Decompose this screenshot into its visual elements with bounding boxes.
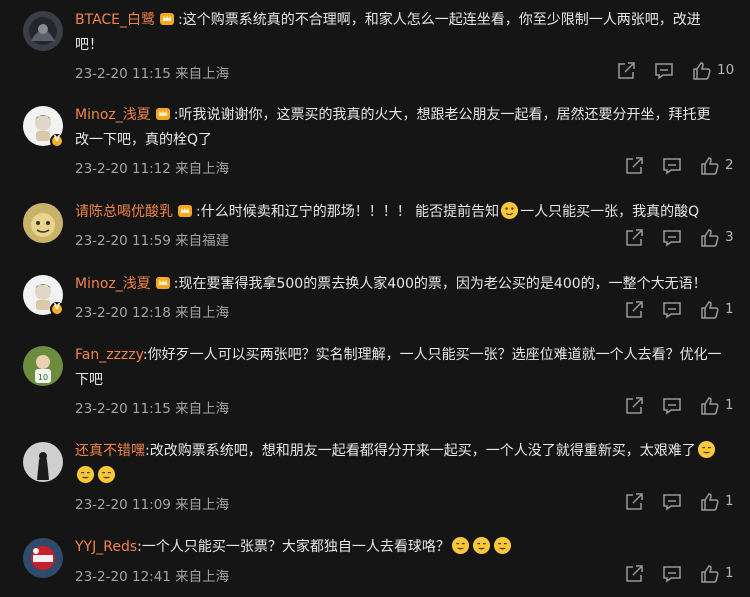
comment-body: Minoz_浅夏 :现在要害得我拿500的票去换人家400的票，因为老公买的是40… <box>75 272 735 297</box>
like-count: 1 <box>725 397 734 413</box>
timestamp-location: 23-2-20 12:41 来自上海 <box>75 569 230 585</box>
like-count: 10 <box>717 62 735 78</box>
share-icon[interactable] <box>614 59 638 83</box>
emoji-icon <box>451 536 470 555</box>
avatar[interactable] <box>23 11 63 51</box>
comment-text: :这个购票系统真的不合理啊，和家人怎么一起连坐看，你至少限制一人两张吧，改进 <box>178 12 701 28</box>
comment-body: YYJ_Reds:一个人只能买一张票？大家都独自一人去看球咯？ <box>75 535 735 560</box>
share-icon[interactable] <box>622 562 646 586</box>
timestamp-location: 23-2-20 12:18 来自上海 <box>75 305 230 321</box>
thumbs-up-icon[interactable] <box>690 59 714 83</box>
thumbs-up-icon[interactable] <box>698 226 722 250</box>
crown-icon <box>159 10 175 26</box>
action-bar: 3 <box>612 226 740 250</box>
thumbs-up-icon[interactable] <box>698 490 722 514</box>
thumbs-up-icon[interactable] <box>698 562 722 586</box>
thumbs-up-icon[interactable] <box>698 394 722 418</box>
like-count: 1 <box>725 493 734 509</box>
comment-text: :你好歹一人可以买两张吧？实名制理解，一人只能买一张？选座位难道就一个人去看？优… <box>142 347 722 363</box>
avatar[interactable]: 10 <box>23 346 63 386</box>
like-count: 1 <box>725 301 734 317</box>
username-link[interactable]: Fan_zzzzy <box>75 347 143 363</box>
comment-text: :改改购票系统吧，想和朋友一起看都得分开来一起买，一个人没了就得重新买，太艰难了 <box>145 443 696 459</box>
timestamp-location: 23-2-20 11:15 来自上海 <box>75 66 230 82</box>
username-link[interactable]: YYJ_Reds <box>75 539 137 555</box>
avatar[interactable] <box>23 442 63 482</box>
username-link[interactable]: 请陈总喝优酸乳 <box>75 204 173 220</box>
username-link[interactable]: Minoz_浅夏 <box>75 107 151 123</box>
username-link[interactable]: 还真不错嘿 <box>75 443 145 459</box>
comment-text: :一个人只能买一张票？大家都独自一人去看球咯？ <box>137 539 450 555</box>
emoji-icon <box>697 440 716 459</box>
emoji-icon <box>97 465 116 484</box>
avatar[interactable] <box>23 203 63 243</box>
thumbs-up-icon[interactable] <box>698 298 722 322</box>
timestamp-location: 23-2-20 11:09 来自上海 <box>75 497 230 513</box>
crown-icon <box>177 202 193 218</box>
comment-text-continued: 改一下吧，真的栓Q了 <box>75 132 213 148</box>
emoji-icon <box>76 465 95 484</box>
action-bar: 1 <box>612 394 740 418</box>
verified-badge-icon <box>50 134 64 148</box>
comment-icon[interactable] <box>660 154 684 178</box>
share-icon[interactable] <box>622 226 646 250</box>
share-icon[interactable] <box>622 154 646 178</box>
action-bar: 2 <box>612 154 740 178</box>
timestamp-location: 23-2-20 11:12 来自上海 <box>75 161 230 177</box>
comment-body: Minoz_浅夏 :听我说谢谢你，这票买的我真的火大，想跟老公朋友一起看，居然还要… <box>75 103 735 153</box>
crown-icon <box>155 105 171 121</box>
comment-icon[interactable] <box>660 490 684 514</box>
comment-icon[interactable] <box>660 226 684 250</box>
share-icon[interactable] <box>622 490 646 514</box>
like-count: 3 <box>725 229 734 245</box>
timestamp-location: 23-2-20 11:59 来自福建 <box>75 233 230 249</box>
comment-text: :什么时候卖和辽宁的那场！！！！ 能否提前告知 <box>196 204 500 220</box>
comment-icon[interactable] <box>652 59 676 83</box>
share-icon[interactable] <box>622 394 646 418</box>
username-link[interactable]: BTACE_白鹭 <box>75 12 155 28</box>
crown-icon <box>155 274 171 290</box>
emoji-icon <box>472 536 491 555</box>
comment-text: :听我说谢谢你，这票买的我真的火大，想跟老公朋友一起看，居然还要分开坐，拜托更 <box>173 107 711 123</box>
comment-text-continued: 下吧 <box>75 372 103 388</box>
like-count: 1 <box>725 565 734 581</box>
comment-list: BTACE_白鹭 :这个购票系统真的不合理啊，和家人怎么一起连坐看，你至少限制一人… <box>0 0 750 597</box>
action-bar: 1 <box>612 298 740 322</box>
action-bar: 10 <box>612 59 740 83</box>
action-bar: 1 <box>612 562 740 586</box>
comment-body: BTACE_白鹭 :这个购票系统真的不合理啊，和家人怎么一起连坐看，你至少限制一人… <box>75 8 735 58</box>
comment-body: Fan_zzzzy:你好歹一人可以买两张吧？实名制理解，一人只能买一张？选座位难… <box>75 343 735 393</box>
avatar[interactable] <box>23 538 63 578</box>
comment-icon[interactable] <box>660 394 684 418</box>
share-icon[interactable] <box>622 298 646 322</box>
comment-text-continued: 吧！ <box>75 37 103 53</box>
comment-body: 还真不错嘿:改改购票系统吧，想和朋友一起看都得分开来一起买，一个人没了就得重新买… <box>75 439 735 489</box>
like-count: 2 <box>725 157 734 173</box>
comment-icon[interactable] <box>660 562 684 586</box>
comment-icon[interactable] <box>660 298 684 322</box>
action-bar: 1 <box>612 490 740 514</box>
verified-badge-icon <box>50 302 64 316</box>
svg-text:10: 10 <box>38 373 48 382</box>
comment-body: 请陈总喝优酸乳 :什么时候卖和辽宁的那场！！！！ 能否提前告知 一人只能买一张，我真… <box>75 200 735 225</box>
emoji-icon <box>500 201 519 220</box>
username-link[interactable]: Minoz_浅夏 <box>75 276 151 292</box>
timestamp-location: 23-2-20 11:15 来自上海 <box>75 401 230 417</box>
comment-text: :现在要害得我拿500的票去换人家400的票，因为老公买的是400的，一整个大无… <box>173 276 707 292</box>
emoji-icon <box>493 536 512 555</box>
comment-text-continued: 一人只能买一张，我真的酸Q <box>520 204 700 220</box>
thumbs-up-icon[interactable] <box>698 154 722 178</box>
